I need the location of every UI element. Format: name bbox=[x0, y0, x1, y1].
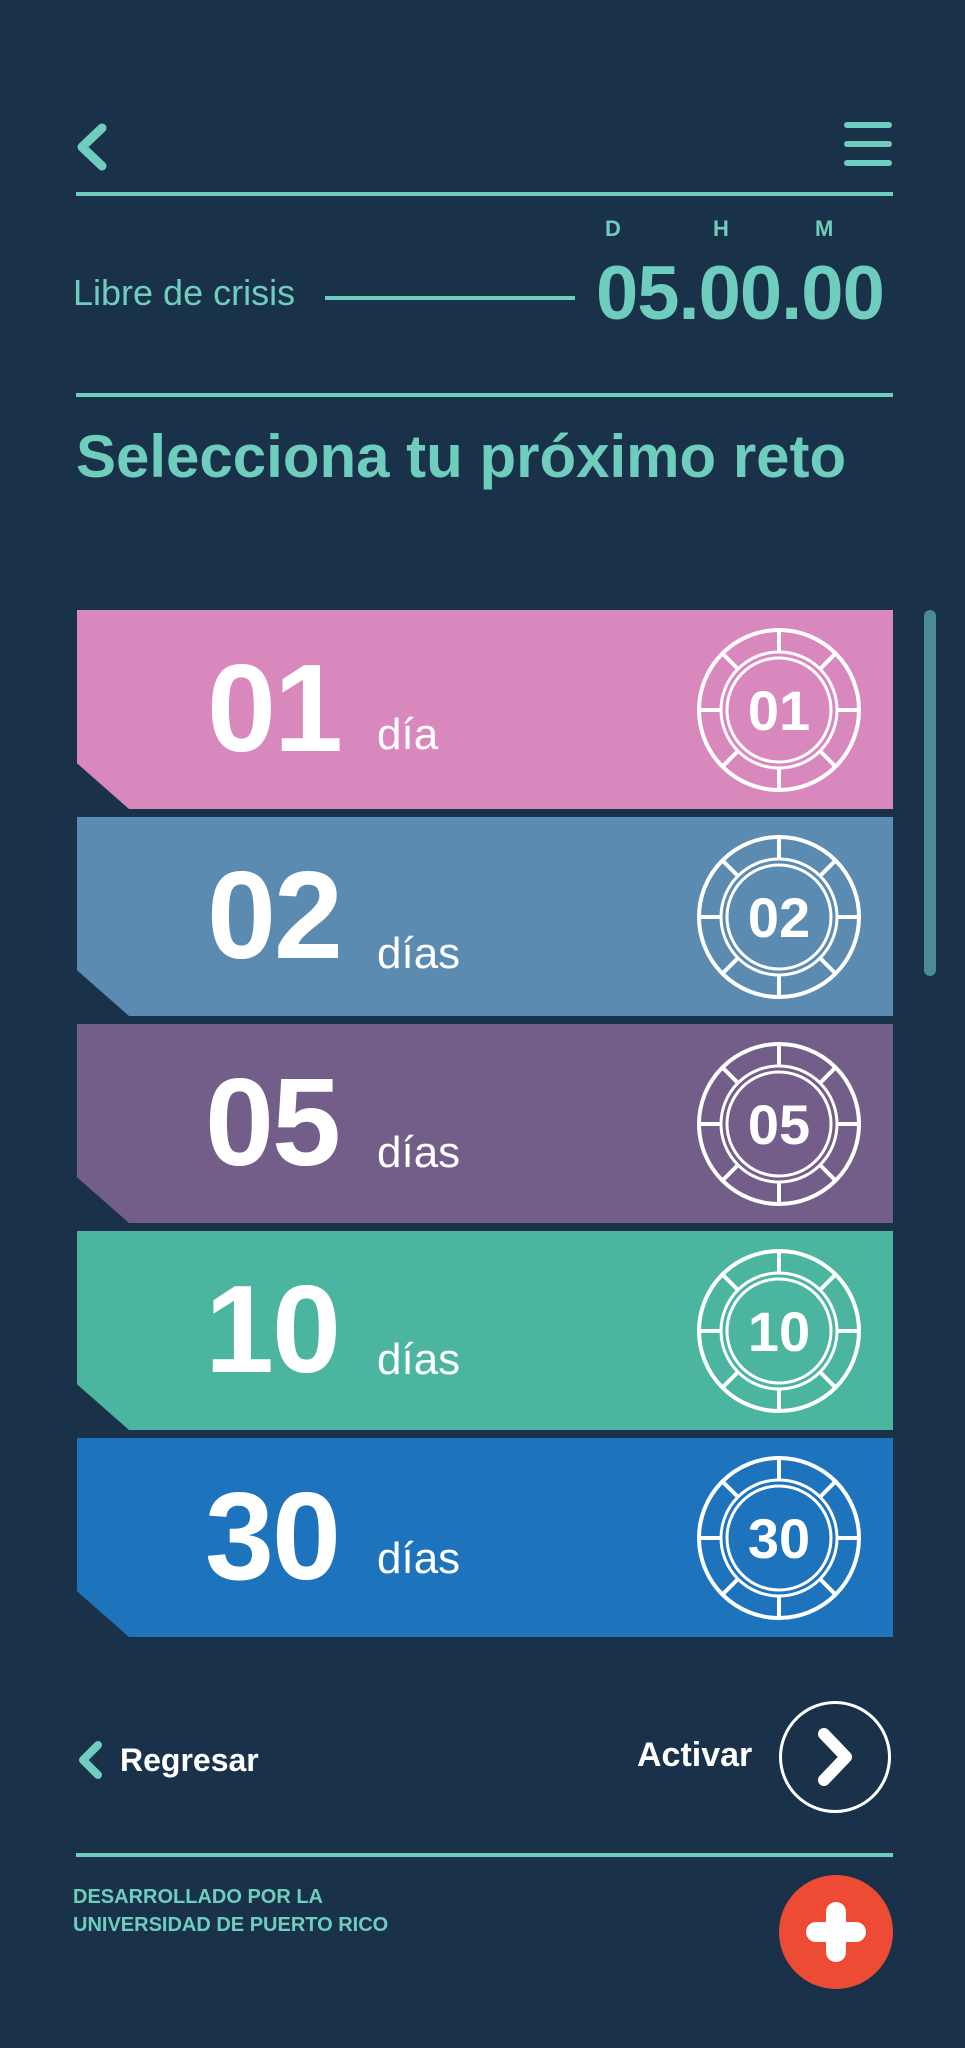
developer-credit: DESARROLLADO POR LA UNIVERSIDAD DE PUERT… bbox=[73, 1883, 388, 1939]
challenge-badge-number: 30 bbox=[747, 1506, 811, 1570]
challenge-unit: días bbox=[377, 1335, 461, 1384]
crisis-connector-line bbox=[325, 296, 575, 300]
plus-icon bbox=[806, 1902, 866, 1962]
challenge-number: 05 bbox=[205, 1054, 341, 1192]
back-button[interactable]: Regresar bbox=[76, 1735, 259, 1785]
challenge-card-01[interactable]: 01 día 01 bbox=[77, 610, 893, 809]
challenge-badge-number: 01 bbox=[747, 678, 811, 742]
footer-divider bbox=[76, 1853, 893, 1857]
challenge-card-05[interactable]: 05 días 05 bbox=[77, 1024, 893, 1223]
credit-line-2: UNIVERSIDAD DE PUERTO RICO bbox=[73, 1914, 389, 1936]
challenge-number: 30 bbox=[205, 1468, 341, 1606]
challenge-card-02[interactable]: 02 días 02 bbox=[77, 817, 893, 1016]
minutes-label: M bbox=[815, 216, 834, 241]
hours-label: H bbox=[713, 216, 729, 241]
challenge-card-10[interactable]: 10 días 10 bbox=[77, 1231, 893, 1430]
credit-line-1: DESARROLLADO POR LA bbox=[73, 1886, 323, 1908]
activate-label: Activar bbox=[637, 1736, 753, 1774]
header-divider bbox=[76, 192, 893, 196]
challenge-unit: día bbox=[377, 710, 439, 759]
emergency-button[interactable] bbox=[779, 1875, 893, 1989]
activate-button[interactable] bbox=[779, 1701, 891, 1813]
challenge-badge-number: 02 bbox=[747, 885, 811, 949]
chevron-left-icon bbox=[79, 1741, 102, 1779]
challenge-card-30[interactable]: 30 días 30 bbox=[77, 1438, 893, 1637]
challenge-number: 02 bbox=[207, 847, 343, 985]
crisis-free-timer: 05.00.00 bbox=[596, 251, 885, 336]
back-button-label: Regresar bbox=[120, 1741, 259, 1778]
challenge-number: 01 bbox=[207, 640, 343, 778]
challenge-badge-number: 05 bbox=[747, 1092, 811, 1156]
challenge-badge-number: 10 bbox=[747, 1299, 811, 1363]
challenge-unit: días bbox=[377, 1128, 461, 1177]
challenge-number: 10 bbox=[205, 1261, 341, 1399]
scrollbar[interactable] bbox=[924, 610, 936, 976]
chevron-right-icon bbox=[818, 1728, 852, 1786]
crisis-free-label: Libre de crisis bbox=[73, 272, 296, 313]
menu-icon[interactable] bbox=[842, 120, 894, 168]
challenge-unit: días bbox=[377, 929, 461, 978]
days-label: D bbox=[605, 216, 621, 241]
page-title: Selecciona tu próximo reto bbox=[76, 423, 847, 490]
challenge-unit: días bbox=[377, 1534, 461, 1583]
title-divider bbox=[76, 393, 893, 397]
back-icon[interactable] bbox=[72, 122, 112, 172]
